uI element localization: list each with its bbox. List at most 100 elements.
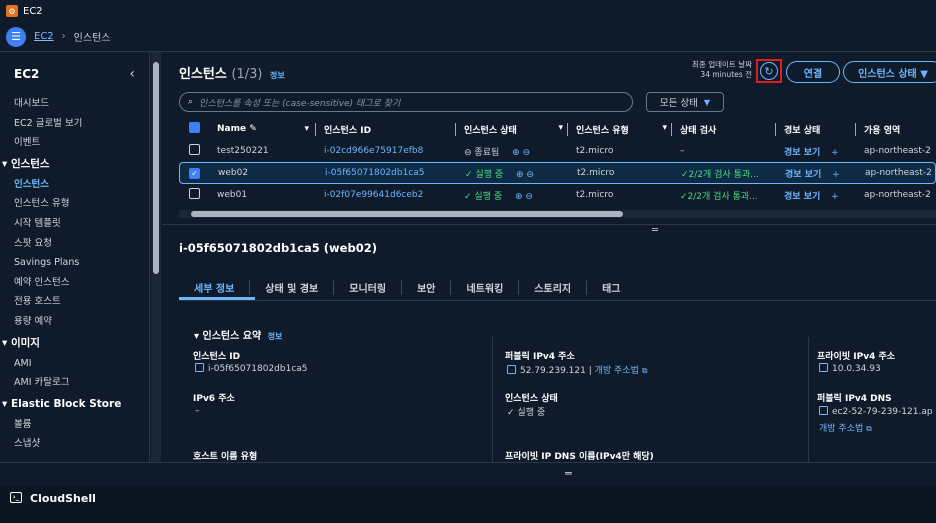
zoom-out-icon[interactable]: ⊖ <box>525 192 533 202</box>
running-icon: ✓ <box>507 408 515 418</box>
tab-networking[interactable]: 네트워킹 <box>451 279 520 295</box>
zoom-out-icon[interactable]: ⊖ <box>523 148 531 158</box>
table-row[interactable]: web01 i-02f07e99641d6ceb2 ✓ 실행 중 ⊕ ⊖ t2.… <box>179 184 936 206</box>
select-all-checkbox[interactable] <box>189 122 200 133</box>
sidebar-scrollbar[interactable] <box>151 52 161 462</box>
instance-id-link[interactable]: i-02f07e99641d6ceb2 <box>315 190 455 200</box>
tab-details[interactable]: 세부 정보 <box>179 279 251 295</box>
public-dns-open-link[interactable]: 개방 주소법 ⧉ <box>819 421 872 434</box>
tab-status-alarms[interactable]: 상태 및 경보 <box>250 279 335 295</box>
ipv6-value: – <box>195 406 200 416</box>
tab-storage[interactable]: 스토리지 <box>519 279 588 295</box>
add-alarm-icon[interactable]: + <box>831 148 839 158</box>
menu-icon[interactable]: ☰ <box>6 26 26 47</box>
sidebar-item-ami[interactable]: AMI <box>0 354 149 374</box>
availability-zone: ap-northeast-2 <box>864 146 931 156</box>
sidebar-item-snapshots[interactable]: 스냅샷 <box>0 434 149 454</box>
instance-id-link[interactable]: i-02cd966e75917efb8 <box>315 146 455 156</box>
ipv6-label: IPv6 주소 <box>193 394 235 404</box>
table-row[interactable]: test250221 i-02cd966e75917efb8 ⊖ 종료됨 ⊕ ⊖… <box>179 140 936 162</box>
cloudshell-resize-bar[interactable]: ═ <box>0 462 936 486</box>
column-divider <box>492 337 493 462</box>
view-alarms-link[interactable]: 경보 보기 <box>784 192 820 202</box>
instance-id-link[interactable]: i-05f65071802db1ca5 <box>316 168 456 178</box>
private-dns-label: 프라이빗 IP DNS 이름(IPv4만 해당) <box>505 452 654 462</box>
tab-security[interactable]: 보안 <box>402 279 452 295</box>
sidebar-item-instance-types[interactable]: 인스턴스 유형 <box>0 194 149 214</box>
column-status-check[interactable]: 상태 검사 <box>671 122 775 136</box>
sidebar-scroll-thumb[interactable] <box>153 62 159 274</box>
status-filter-dropdown[interactable]: 모든 상태 ▼ <box>646 92 724 112</box>
main-panel: 인스턴스 (1/3) 정보 최종 업데이트 날짜 34 minutes 전 ↻ … <box>162 52 936 462</box>
sidebar-item-reserved-instances[interactable]: 예약 인스턴스 <box>0 273 149 293</box>
search-input[interactable]: ⌕ 인스턴스를 속성 또는 (case-sensitive) 태그로 찾기 <box>179 92 633 112</box>
resize-handle-icon[interactable]: ═ <box>565 467 572 480</box>
column-instance-id[interactable]: 인스턴스 ID <box>315 122 455 136</box>
collapse-sidebar-icon[interactable]: ‹ <box>129 66 135 82</box>
public-ip-label: 퍼블릭 IPv4 주소 <box>505 352 575 362</box>
add-alarm-icon[interactable]: + <box>832 170 840 180</box>
resize-handle-icon[interactable]: ═ <box>652 225 658 236</box>
sidebar-item-spot-requests[interactable]: 스팟 요청 <box>0 234 149 254</box>
zoom-out-icon[interactable]: ⊖ <box>526 170 534 180</box>
add-alarm-icon[interactable]: + <box>831 192 839 202</box>
refresh-button[interactable]: ↻ <box>756 59 782 83</box>
summary-heading[interactable]: ▾ 인스턴스 요약 정보 <box>194 327 282 342</box>
sidebar: EC2 ‹ 대시보드 EC2 글로벌 보기 이벤트 ▾ 인스턴스 인스턴스 인스… <box>0 52 150 462</box>
availability-zone: ap-northeast-2 <box>865 168 932 178</box>
sidebar-item-capacity-reservations[interactable]: 용량 예약 <box>0 312 149 332</box>
cloudshell-bar[interactable]: ›_ CloudShell <box>0 486 936 523</box>
check-passed-icon: ✓ <box>681 169 689 180</box>
sidebar-item-dedicated-hosts[interactable]: 전용 호스트 <box>0 292 149 312</box>
copy-icon[interactable] <box>819 363 828 372</box>
copy-icon[interactable] <box>195 363 204 372</box>
table-row-selected[interactable]: ✓ web02 i-05f65071802db1ca5 ✓ 실행 중 ⊕ ⊖ t… <box>179 162 936 184</box>
sidebar-item-ami-catalog[interactable]: AMI 카탈로그 <box>0 373 149 393</box>
row-checkbox[interactable] <box>189 188 200 199</box>
column-name[interactable]: Name ✎ ▾ <box>205 124 315 134</box>
column-instance-state[interactable]: 인스턴스 상태 ▾ <box>455 122 567 136</box>
sidebar-section-ebs[interactable]: ▾ Elastic Block Store <box>0 393 149 415</box>
summary-info-link[interactable]: 정보 <box>268 332 283 341</box>
public-dns-value: ec2-52-79-239-121.ap <box>819 406 933 417</box>
tab-tags[interactable]: 태그 <box>587 280 635 295</box>
table-header: Name ✎ ▾ 인스턴스 ID 인스턴스 상태 ▾ 인스턴스 유형 ▾ 상태 검사… <box>179 118 936 140</box>
view-alarms-link[interactable]: 경보 보기 <box>785 170 821 180</box>
sidebar-item-instances[interactable]: 인스턴스 <box>0 175 149 195</box>
sidebar-item-launch-templates[interactable]: 시작 템플릿 <box>0 214 149 234</box>
view-alarms-link[interactable]: 경보 보기 <box>784 148 820 158</box>
sidebar-item-volumes[interactable]: 볼륨 <box>0 415 149 435</box>
column-availability-zone[interactable]: 가용 영역 <box>855 122 936 136</box>
sidebar-section-instances[interactable]: ▾ 인스턴스 <box>0 153 149 175</box>
sidebar-section-images[interactable]: ▾ 이미지 <box>0 332 149 354</box>
breadcrumb-ec2-link[interactable]: EC2 <box>34 31 54 42</box>
search-placeholder: 인스턴스를 속성 또는 (case-sensitive) 태그로 찾기 <box>199 98 401 109</box>
sidebar-item-events[interactable]: 이벤트 <box>0 133 149 153</box>
instance-id-value: i-05f65071802db1ca5 <box>195 363 308 374</box>
row-checkbox[interactable] <box>189 144 200 155</box>
app-titlebar: ⚙ EC2 <box>0 0 936 22</box>
instance-state-dropdown[interactable]: 인스턴스 상태 ▼ <box>843 61 936 83</box>
status-check: ✓2/2개 검사 통과... <box>681 169 759 180</box>
table-scroll-thumb[interactable] <box>191 211 623 217</box>
sidebar-item-global-view[interactable]: EC2 글로벌 보기 <box>0 114 149 134</box>
tab-monitoring[interactable]: 모니터링 <box>334 279 403 295</box>
row-checkbox-checked[interactable]: ✓ <box>189 167 200 179</box>
zoom-in-icon[interactable]: ⊕ <box>516 170 524 180</box>
sidebar-item-savings-plans[interactable]: Savings Plans <box>0 253 149 273</box>
info-link[interactable]: 정보 <box>270 71 285 80</box>
instance-type: t2.micro <box>576 190 614 200</box>
zoom-in-icon[interactable]: ⊕ <box>512 148 520 158</box>
column-instance-type[interactable]: 인스턴스 유형 ▾ <box>567 122 671 136</box>
instance-id-label: 인스턴스 ID <box>193 352 241 362</box>
cloudshell-label[interactable]: CloudShell <box>30 492 96 505</box>
private-ip-label: 프라이빗 IPv4 주소 <box>817 352 896 362</box>
zoom-in-icon[interactable]: ⊕ <box>515 192 523 202</box>
connect-button[interactable]: 연결 <box>786 61 840 83</box>
open-address-link[interactable]: 개방 주소법 <box>595 366 639 376</box>
copy-icon[interactable] <box>507 365 516 374</box>
table-horizontal-scrollbar[interactable] <box>179 210 936 218</box>
copy-icon[interactable] <box>819 406 828 415</box>
column-alarm-status[interactable]: 경보 상태 <box>775 122 855 136</box>
sidebar-item-dashboard[interactable]: 대시보드 <box>0 94 149 114</box>
